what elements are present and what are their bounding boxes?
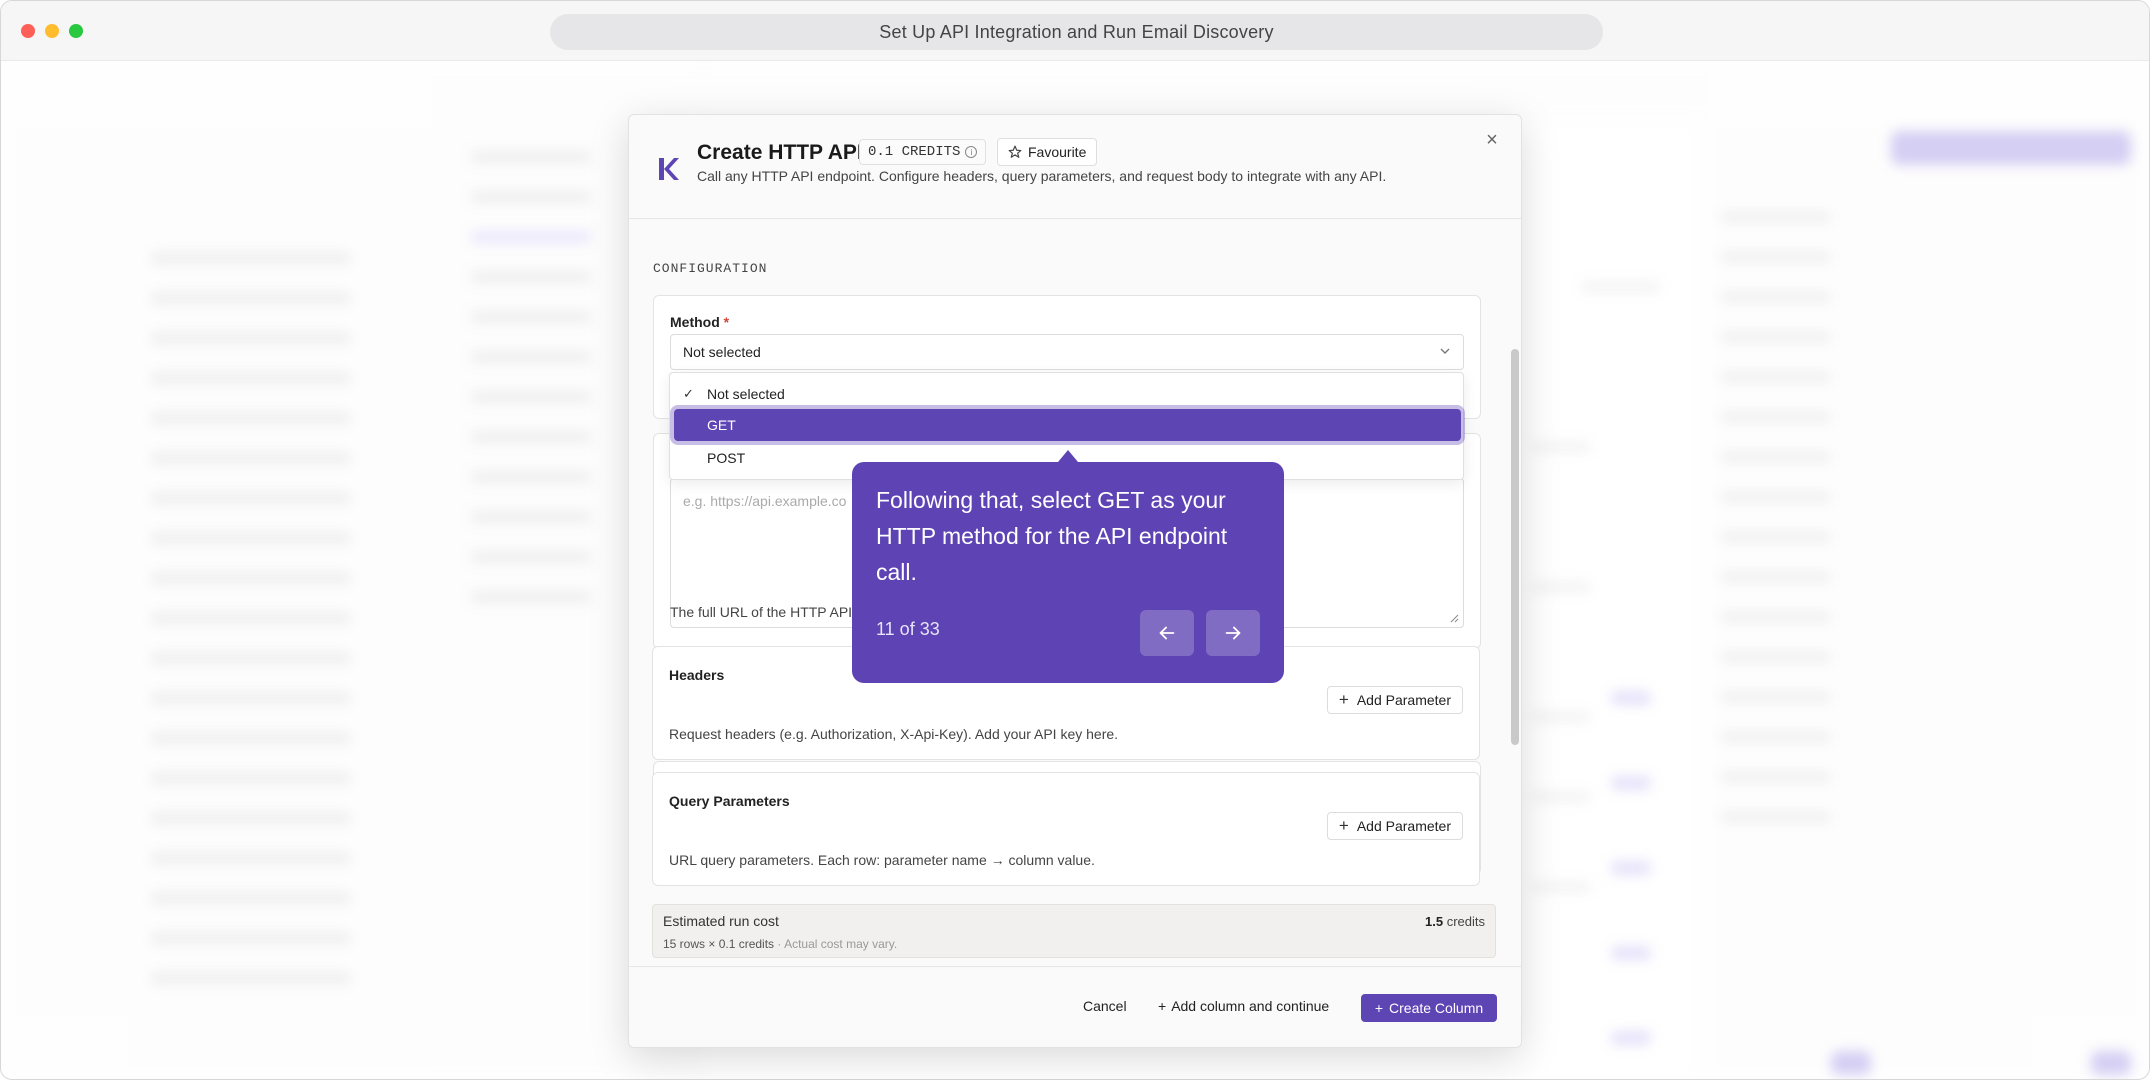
credits-badge-label: 0.1 CREDITS [868, 144, 961, 160]
modal-subtitle: Call any HTTP API endpoint. Configure he… [697, 168, 1387, 184]
checkmark-icon: ✓ [683, 386, 694, 401]
chevron-down-icon [1440, 348, 1450, 354]
app-logo-icon [659, 158, 679, 180]
close-window-button[interactable] [21, 24, 35, 38]
method-option-label: GET [707, 417, 736, 433]
configuration-section-label: CONFIGURATION [653, 261, 768, 276]
window-title: Set Up API Integration and Run Email Dis… [550, 14, 1603, 50]
estimated-cost-box: Estimated run cost 15 rows × 0.1 credits… [652, 904, 1496, 958]
plus-icon: + [1338, 690, 1349, 709]
headers-helper: Request headers (e.g. Authorization, X-A… [669, 726, 1119, 742]
cost-title: Estimated run cost [663, 913, 779, 929]
cost-amount: 1.5 [1425, 914, 1444, 929]
cost-detail: 15 rows × 0.1 credits · Actual cost may … [663, 937, 897, 951]
query-params-helper: URL query parameters. Each row: paramete… [669, 852, 1095, 868]
info-icon[interactable]: i [965, 146, 978, 158]
cancel-button[interactable]: Cancel [1083, 998, 1127, 1014]
star-icon [1008, 145, 1022, 158]
arrow-left-icon [1159, 626, 1175, 640]
cost-detail-text: 15 rows × 0.1 credits [663, 937, 775, 951]
scrollbar[interactable] [1511, 349, 1519, 745]
method-option-not-selected[interactable]: ✓ Not selected [670, 379, 1463, 409]
minimize-window-button[interactable] [45, 24, 59, 38]
footer-divider [629, 966, 1521, 967]
method-label: Method * [670, 314, 729, 330]
add-query-param-label: Add Parameter [1356, 818, 1451, 834]
create-column-label: Create Column [1389, 1000, 1484, 1016]
add-column-continue-button[interactable]: + Add column and continue [1158, 998, 1329, 1014]
tour-tooltip: Following that, select GET as your HTTP … [852, 462, 1284, 683]
plus-icon: + [1158, 998, 1167, 1014]
url-helper: The full URL of the HTTP API [670, 604, 853, 620]
method-option-label: Not selected [707, 386, 785, 402]
add-header-button[interactable]: + Add Parameter [1326, 686, 1463, 714]
required-mark: * [723, 314, 730, 330]
tour-text: Following that, select GET as your HTTP … [876, 487, 1228, 585]
arrow-right-icon [1225, 626, 1241, 640]
cost-value: 1.5 credits [1425, 914, 1485, 929]
url-placeholder: e.g. https://api.example.co [683, 493, 847, 509]
tour-prev-button[interactable] [1140, 610, 1194, 656]
cost-note: · Actual cost may vary. [774, 937, 898, 951]
create-column-button[interactable]: + Create Column [1361, 994, 1497, 1022]
tour-next-button[interactable] [1206, 610, 1260, 656]
tour-counter: 11 of 33 [876, 619, 940, 639]
resize-handle-icon[interactable] [1449, 613, 1459, 623]
method-select-value: Not selected [683, 344, 761, 360]
title-bar: Set Up API Integration and Run Email Dis… [1, 1, 2149, 61]
add-query-param-button[interactable]: + Add Parameter [1326, 812, 1463, 840]
favourite-label: Favourite [1028, 144, 1087, 160]
headers-label: Headers [669, 667, 725, 683]
modal-header: Create HTTP API 0.1 CREDITS i Favourite … [629, 115, 1521, 219]
query-params-card: Query Parameters + Add Parameter URL que… [652, 772, 1480, 886]
method-label-text: Method [670, 314, 720, 330]
credits-badge: 0.1 CREDITS i [859, 139, 987, 165]
method-option-label: POST [707, 450, 746, 466]
favourite-button[interactable]: Favourite [997, 138, 1098, 166]
plus-icon: + [1338, 816, 1349, 835]
tooltip-arrow [1058, 450, 1078, 462]
plus-icon: + [1374, 1000, 1384, 1016]
add-header-label: Add Parameter [1356, 692, 1451, 708]
cost-unit: credits [1446, 914, 1485, 929]
add-column-continue-label: Add column and continue [1171, 998, 1330, 1014]
query-params-label: Query Parameters [669, 793, 790, 809]
close-icon[interactable]: × [1481, 129, 1503, 151]
method-option-get[interactable]: GET [674, 409, 1461, 441]
modal-title: Create HTTP API [697, 141, 863, 164]
method-select[interactable]: Not selected [670, 334, 1464, 370]
maximize-window-button[interactable] [69, 24, 83, 38]
